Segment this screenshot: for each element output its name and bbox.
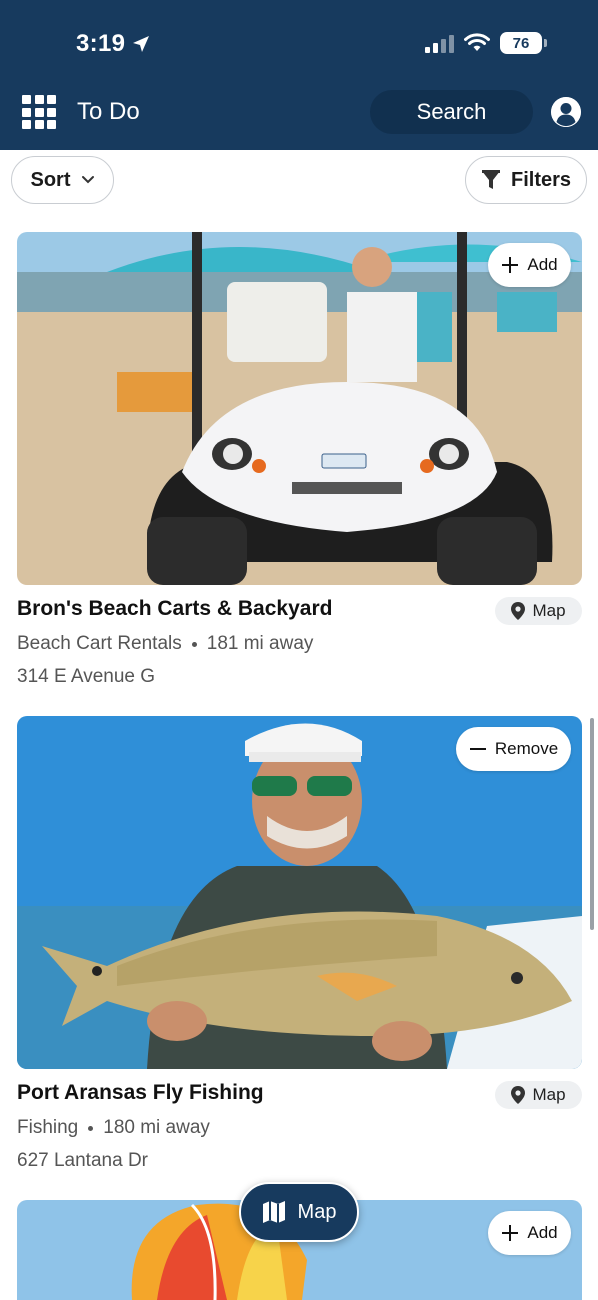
map-pin-icon	[511, 1086, 526, 1104]
listing-meta: Beach Cart Rentals 181 mi away	[17, 633, 314, 654]
map-view-button[interactable]: Map	[239, 1182, 359, 1242]
page-title: To Do	[77, 98, 140, 125]
listing-address: 314 E Avenue G	[17, 666, 156, 687]
map-link-button[interactable]: Map	[495, 1081, 582, 1109]
app-header: 3:19 76 To Do Search	[0, 0, 598, 150]
separator-dot	[88, 1125, 94, 1131]
wifi-icon	[464, 33, 490, 53]
separator-dot	[191, 641, 197, 647]
status-time: 3:19	[76, 30, 151, 58]
listing-address: 627 Lantana Dr	[17, 1150, 148, 1171]
profile-avatar-icon[interactable]	[551, 97, 581, 127]
location-arrow-icon	[133, 36, 150, 52]
filters-button[interactable]: Filters	[465, 156, 587, 204]
app-menu-grid-icon[interactable]	[22, 95, 56, 129]
cellular-signal-icon	[425, 33, 454, 53]
filter-funnel-icon	[481, 170, 500, 189]
battery-icon: 76	[500, 32, 547, 54]
chevron-down-icon	[81, 176, 94, 184]
add-to-list-button[interactable]: Add	[488, 243, 571, 287]
search-button[interactable]: Search	[370, 90, 533, 134]
status-indicators: 76	[425, 32, 547, 54]
listing-meta: Fishing 180 mi away	[17, 1117, 210, 1138]
folded-map-icon	[262, 1201, 285, 1223]
remove-from-list-button[interactable]: Remove	[456, 727, 571, 771]
scrollbar[interactable]	[590, 718, 594, 930]
map-link-button[interactable]: Map	[495, 597, 582, 625]
listing-title[interactable]: Port Aransas Fly Fishing	[17, 1081, 264, 1105]
sort-button[interactable]: Sort	[11, 156, 114, 204]
minus-icon	[469, 748, 486, 750]
listing-title[interactable]: Bron's Beach Carts & Backyard	[17, 597, 332, 621]
plus-icon	[502, 1225, 519, 1241]
add-to-list-button[interactable]: Add	[488, 1211, 571, 1255]
map-pin-icon	[511, 602, 526, 620]
plus-icon	[502, 257, 519, 273]
listing-image-beach-cart[interactable]	[17, 232, 582, 585]
